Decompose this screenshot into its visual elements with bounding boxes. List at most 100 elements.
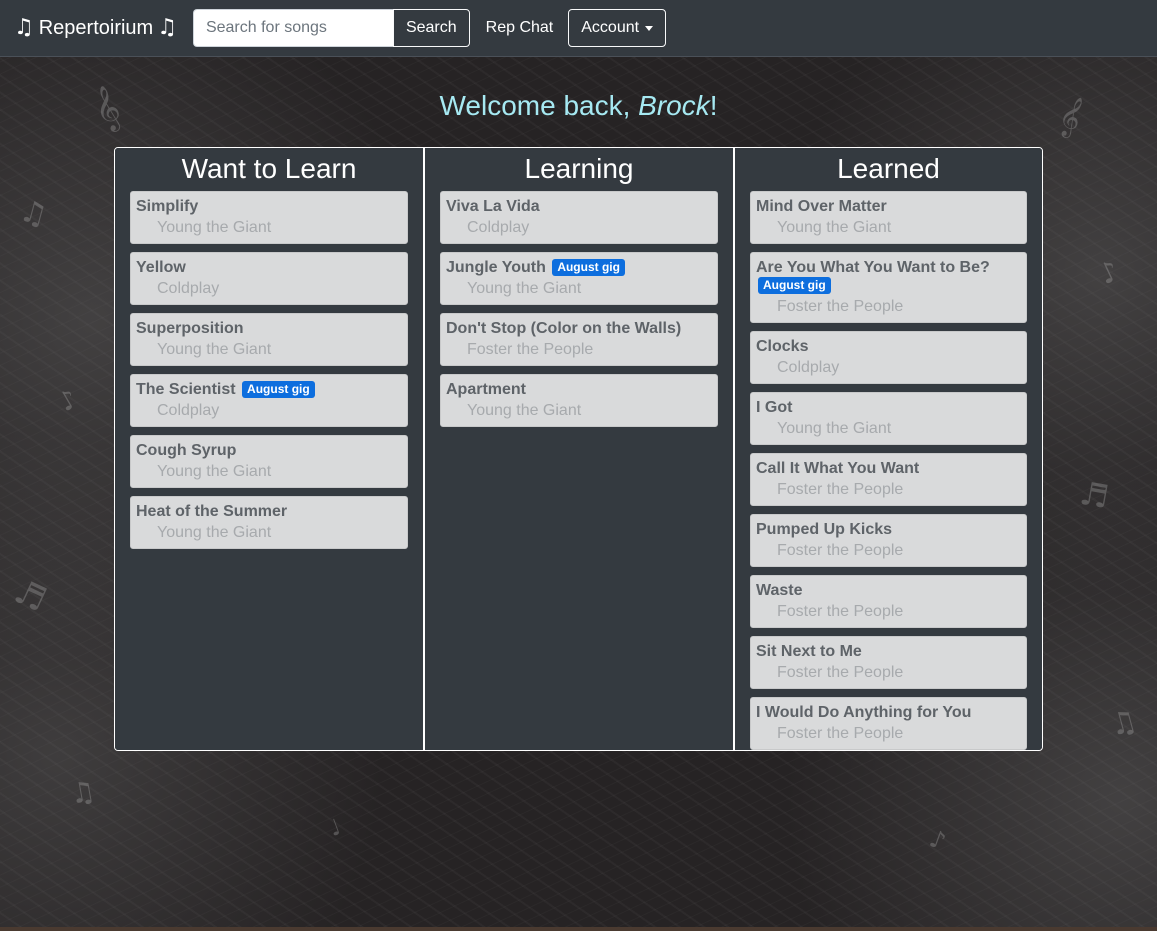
song-title: The Scientist [136, 381, 236, 398]
song-card[interactable]: Mind Over Matter Young the Giant [750, 191, 1027, 244]
gig-badge: August gig [552, 259, 625, 276]
song-card[interactable]: I Got Young the Giant [750, 392, 1027, 445]
song-title: Cough Syrup [136, 442, 237, 459]
song-card[interactable]: Heat of the Summer Young the Giant [130, 496, 408, 549]
song-title: Superposition [136, 320, 244, 337]
song-title: Pumped Up Kicks [756, 521, 893, 538]
song-artist: Coldplay [157, 402, 220, 419]
song-title-row: Viva La Vida [446, 198, 712, 216]
song-artist: Coldplay [777, 359, 840, 376]
song-artist: Foster the People [777, 603, 904, 620]
song-title-row: Waste [756, 582, 1021, 600]
song-title: I Would Do Anything for You [756, 704, 972, 721]
song-title: I Got [756, 399, 793, 416]
song-card[interactable]: Cough Syrup Young the Giant [130, 435, 408, 488]
column-title: Learned [837, 153, 940, 184]
song-title: Waste [756, 582, 803, 599]
song-card[interactable]: Don't Stop (Color on the Walls) Foster th… [440, 313, 718, 366]
song-title-row: Cough Syrup [136, 442, 402, 460]
column-learned: Learned Mind Over Matter Young the Giant A… [733, 148, 1042, 750]
song-artist: Young the Giant [157, 463, 272, 480]
rep-chat-link[interactable]: Rep Chat [486, 19, 554, 37]
song-artist: Foster the People [777, 298, 904, 315]
song-title-row: Jungle Youth August gig [446, 259, 712, 277]
song-title: Don't Stop (Color on the Walls) [446, 320, 682, 337]
song-title: Call It What You Want [756, 460, 920, 477]
song-card[interactable]: Jungle Youth August gig Young the Giant [440, 252, 718, 305]
account-dropdown-button[interactable]: Account [568, 9, 667, 47]
song-title: Apartment [446, 381, 527, 398]
song-artist: Coldplay [157, 280, 220, 297]
repertoire-board: Want to Learn Simplify Young the Giant Yel… [114, 147, 1043, 751]
song-card[interactable]: Waste Foster the People [750, 575, 1027, 628]
song-card[interactable]: The Scientist August gig Coldplay [130, 374, 408, 427]
song-card[interactable]: Simplify Young the Giant [130, 191, 408, 244]
song-card[interactable]: Apartment Young the Giant [440, 374, 718, 427]
welcome-suffix: ! [709, 90, 718, 121]
song-artist: Young the Giant [157, 219, 272, 236]
song-artist: Foster the People [777, 664, 904, 681]
song-title-row: Call It What You Want [756, 460, 1021, 478]
song-artist: Young the Giant [157, 341, 272, 358]
chevron-down-icon [645, 25, 654, 31]
song-artist: Foster the People [777, 542, 904, 559]
gig-badge: August gig [242, 381, 315, 398]
card-list: Mind Over Matter Young the Giant Are You W… [750, 191, 1027, 750]
song-title: Simplify [136, 198, 199, 215]
brand-link[interactable]: ♫ Repertoirium ♫ [14, 17, 177, 40]
song-title-row: Don't Stop (Color on the Walls) [446, 320, 712, 338]
card-list: Viva La Vida Coldplay Jungle Youth August … [440, 191, 718, 427]
song-card[interactable]: Clocks Coldplay [750, 331, 1027, 384]
search-input[interactable] [192, 9, 393, 47]
search-button[interactable]: Search [392, 9, 470, 47]
song-title: Heat of the Summer [136, 503, 288, 520]
gig-badge: August gig [758, 277, 831, 294]
song-card[interactable]: Viva La Vida Coldplay [440, 191, 718, 244]
song-title-row: Sit Next to Me [756, 643, 1021, 661]
welcome-prefix: Welcome back, [439, 90, 639, 121]
song-title: Jungle Youth [446, 259, 546, 276]
song-artist: Foster the People [777, 725, 904, 742]
song-title-row: Heat of the Summer [136, 503, 402, 521]
brand-name: Repertoirium [38, 16, 154, 39]
song-artist: Young the Giant [157, 524, 272, 541]
column-title: Learning [524, 153, 634, 184]
song-title: Sit Next to Me [756, 643, 862, 660]
card-list: Simplify Young the Giant Yellow Coldplay Sup… [130, 191, 408, 549]
search-form: Search [192, 9, 470, 47]
song-title-row: Pumped Up Kicks [756, 521, 1021, 539]
song-title-row: Mind Over Matter [756, 198, 1021, 216]
song-artist: Young the Giant [777, 219, 892, 236]
song-title-row: Apartment [446, 381, 712, 399]
song-card[interactable]: Are You What You Want to Be? August gig F… [750, 252, 1027, 323]
song-artist: Young the Giant [467, 280, 582, 297]
song-title: Viva La Vida [446, 198, 540, 215]
song-artist: Foster the People [777, 481, 904, 498]
song-title: Clocks [756, 338, 809, 355]
song-title: Yellow [136, 259, 186, 276]
column-learning: Learning Viva La Vida Coldplay Jungle Yout… [423, 148, 733, 750]
song-card[interactable]: Yellow Coldplay [130, 252, 408, 305]
navbar: ♫ Repertoirium ♫ Search Rep Chat Account [0, 0, 1157, 57]
song-card[interactable]: I Would Do Anything for You Foster the Pe… [750, 697, 1027, 750]
song-title-row: Are You What You Want to Be? August gig [756, 259, 1021, 295]
song-title: Are You What You Want to Be? [756, 259, 990, 276]
welcome-heading: Welcome back, Brock! [0, 90, 1157, 122]
music-note-icon: ♫ [157, 15, 177, 40]
song-title-row: Superposition [136, 320, 402, 338]
music-note-icon: ♫ [14, 15, 34, 40]
bottom-border [0, 927, 1157, 931]
song-title-row: The Scientist August gig [136, 381, 402, 399]
song-title: Mind Over Matter [756, 198, 887, 215]
song-card[interactable]: Call It What You Want Foster the People [750, 453, 1027, 506]
song-title-row: I Would Do Anything for You [756, 704, 1021, 722]
song-title-row: Clocks [756, 338, 1021, 356]
song-artist: Coldplay [467, 219, 530, 236]
song-title-row: Yellow [136, 259, 402, 277]
song-card[interactable]: Sit Next to Me Foster the People [750, 636, 1027, 689]
song-card[interactable]: Superposition Young the Giant [130, 313, 408, 366]
song-card[interactable]: Pumped Up Kicks Foster the People [750, 514, 1027, 567]
column-title: Want to Learn [181, 153, 357, 184]
column-want-to-learn: Want to Learn Simplify Young the Giant Yel… [115, 148, 423, 750]
song-artist: Young the Giant [467, 402, 582, 419]
